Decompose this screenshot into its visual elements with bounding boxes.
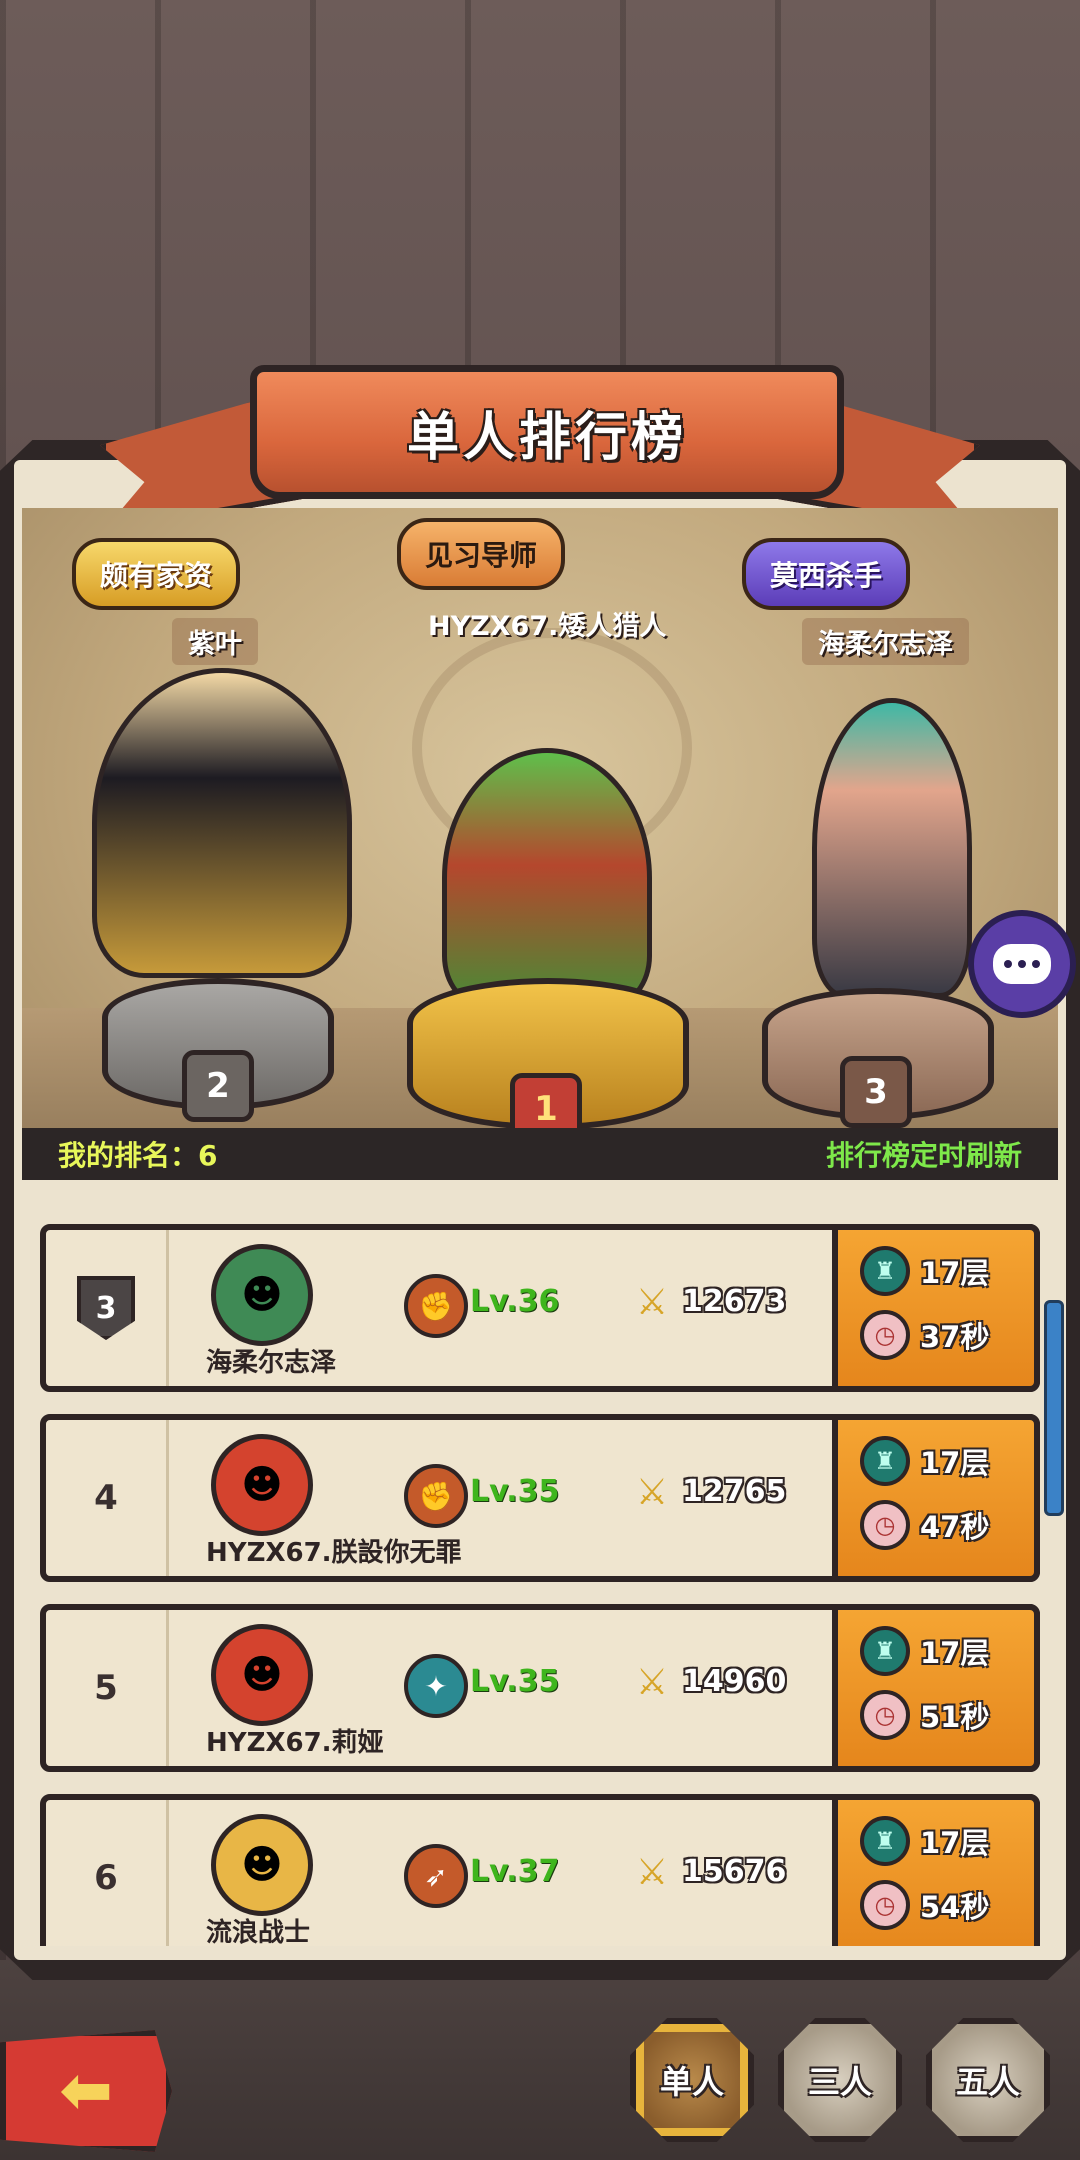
- tab-trio-label: 三人: [807, 2063, 872, 2101]
- rank-number: 5: [94, 1668, 118, 1708]
- beast-face-icon[interactable]: ☻: [211, 1244, 313, 1346]
- clear-time: 54秒: [920, 1890, 990, 1924]
- rank-cell: 5: [46, 1610, 169, 1766]
- stat-panel: ♜ 17层 ◷ 51秒: [832, 1604, 1040, 1772]
- list-scrollbar[interactable]: [1044, 1300, 1064, 1516]
- clear-time: 47秒: [920, 1510, 990, 1544]
- podium-stage: 颇有家资 紫叶 2 见习导师 HYZX67.矮人猎人 1 莫西杀手 海柔尔志泽 …: [22, 508, 1058, 1180]
- player-level: Lv.35: [470, 1664, 560, 1699]
- clear-time: 51秒: [920, 1700, 990, 1734]
- page-title: 单人排行榜: [406, 407, 687, 468]
- third-place-title-badge: 莫西杀手: [742, 538, 911, 610]
- my-rank-text: 我的排名：6: [58, 1139, 218, 1172]
- ranking-row[interactable]: 4 ☻ HYZX67.朕設你无罪 ✊ Lv.35 ⚔ 12765 ♜ 17层 ◷ 4…: [40, 1414, 1040, 1582]
- tower-icon: ♜: [860, 1436, 910, 1486]
- clock-icon: ◷: [860, 1880, 910, 1930]
- second-place-name: 紫叶: [172, 618, 258, 665]
- player-level: Lv.35: [470, 1474, 560, 1509]
- chat-bubble-icon: [993, 944, 1051, 984]
- ranking-row[interactable]: 3 ☻ 海柔尔志泽 ✊ Lv.36 ⚔ 12673 ♜ 17层 ◷ 37秒: [40, 1224, 1040, 1392]
- floor-count: 17层: [920, 1446, 990, 1480]
- player-name: HYZX67.莉娅: [206, 1728, 384, 1758]
- floor-count: 17层: [920, 1256, 990, 1290]
- shuriken-icon: ✦: [404, 1654, 468, 1718]
- rank-cell: 4: [46, 1420, 169, 1576]
- clock-icon: ◷: [860, 1310, 910, 1360]
- first-place-name: HYZX67.矮人猎人: [428, 611, 667, 642]
- bearded-king-icon[interactable]: ☻: [211, 1814, 313, 1916]
- red-dragon-icon[interactable]: ☻: [211, 1434, 313, 1536]
- combat-power: 12673: [682, 1284, 787, 1319]
- crossed-swords-icon: ⚔: [635, 1661, 669, 1703]
- rank-cell: 3: [46, 1230, 169, 1386]
- clock-icon: ◷: [860, 1500, 910, 1550]
- ranking-row[interactable]: 6 ☻ 流浪战士 ➶ Lv.37 ⚔ 15676 ♜ 17层 ◷ 54秒: [40, 1794, 1040, 1946]
- third-place-rank-badge: 3: [840, 1056, 912, 1128]
- first-place-title-badge: 见习导师: [397, 518, 566, 590]
- back-arrow-icon: ⬅: [59, 2054, 113, 2128]
- floor-count: 17层: [920, 1826, 990, 1860]
- title-banner: 单人排行榜: [250, 365, 844, 499]
- stat-panel: ♜ 17层 ◷ 54秒: [832, 1794, 1040, 1946]
- rank-number: 6: [94, 1858, 118, 1898]
- red-dragon-icon[interactable]: ☻: [211, 1624, 313, 1726]
- second-place-rank-badge: 2: [182, 1050, 254, 1122]
- tower-icon: ♜: [860, 1246, 910, 1296]
- ranking-row[interactable]: 5 ☻ HYZX67.莉娅 ✦ Lv.35 ⚔ 14960 ♜ 17层 ◷ 51秒: [40, 1604, 1040, 1772]
- player-level: Lv.37: [470, 1854, 560, 1889]
- floor-count: 17层: [920, 1636, 990, 1670]
- gauntlet-icon: ✊: [404, 1274, 468, 1338]
- combat-power: 15676: [682, 1854, 787, 1889]
- crossed-swords-icon: ⚔: [635, 1471, 669, 1513]
- tower-icon: ♜: [860, 1816, 910, 1866]
- chat-button[interactable]: [968, 910, 1076, 1018]
- player-name: HYZX67.朕設你无罪: [206, 1538, 462, 1568]
- second-place-hero-figure[interactable]: [92, 668, 352, 978]
- refresh-note-text: 排行榜定时刷新: [825, 1139, 1022, 1172]
- first-title-text: 见习导师: [425, 539, 538, 572]
- stage-footer: 我的排名：6 排行榜定时刷新: [22, 1128, 1058, 1180]
- clock-icon: ◷: [860, 1690, 910, 1740]
- tower-icon: ♜: [860, 1626, 910, 1676]
- third-title-text: 莫西杀手: [770, 559, 883, 592]
- player-name: 海柔尔志泽: [206, 1348, 337, 1378]
- crossed-swords-icon: ⚔: [635, 1851, 669, 1893]
- tab-solo-label: 单人: [659, 2063, 724, 2101]
- first-place-hero-figure[interactable]: [442, 748, 652, 1008]
- stat-panel: ♜ 17层 ◷ 47秒: [832, 1414, 1040, 1582]
- gauntlet-icon: ✊: [404, 1464, 468, 1528]
- crossed-swords-icon: ⚔: [635, 1281, 669, 1323]
- player-name: 流浪战士: [206, 1918, 311, 1946]
- third-place-name: 海柔尔志泽: [802, 618, 969, 665]
- clear-time: 37秒: [920, 1320, 990, 1354]
- dagger-icon: ➶: [404, 1844, 468, 1908]
- rank-cell: 6: [46, 1800, 169, 1946]
- ranking-list[interactable]: 3 ☻ 海柔尔志泽 ✊ Lv.36 ⚔ 12673 ♜ 17层 ◷ 37秒 4 ☻ …: [22, 1190, 1058, 1946]
- tab-five-label: 五人: [955, 2063, 1020, 2101]
- rank-shield-icon: 3: [77, 1276, 135, 1340]
- combat-power: 14960: [682, 1664, 787, 1699]
- back-button[interactable]: ⬅: [0, 2030, 172, 2152]
- rank-number: 4: [94, 1478, 118, 1518]
- player-level: Lv.36: [470, 1284, 560, 1319]
- rank-number: 3: [95, 1290, 117, 1326]
- second-title-text: 颇有家资: [100, 559, 213, 592]
- third-place-hero-figure[interactable]: [812, 698, 972, 998]
- combat-power: 12765: [682, 1474, 787, 1509]
- second-place-title-badge: 颇有家资: [72, 538, 241, 610]
- stat-panel: ♜ 17层 ◷ 37秒: [832, 1224, 1040, 1392]
